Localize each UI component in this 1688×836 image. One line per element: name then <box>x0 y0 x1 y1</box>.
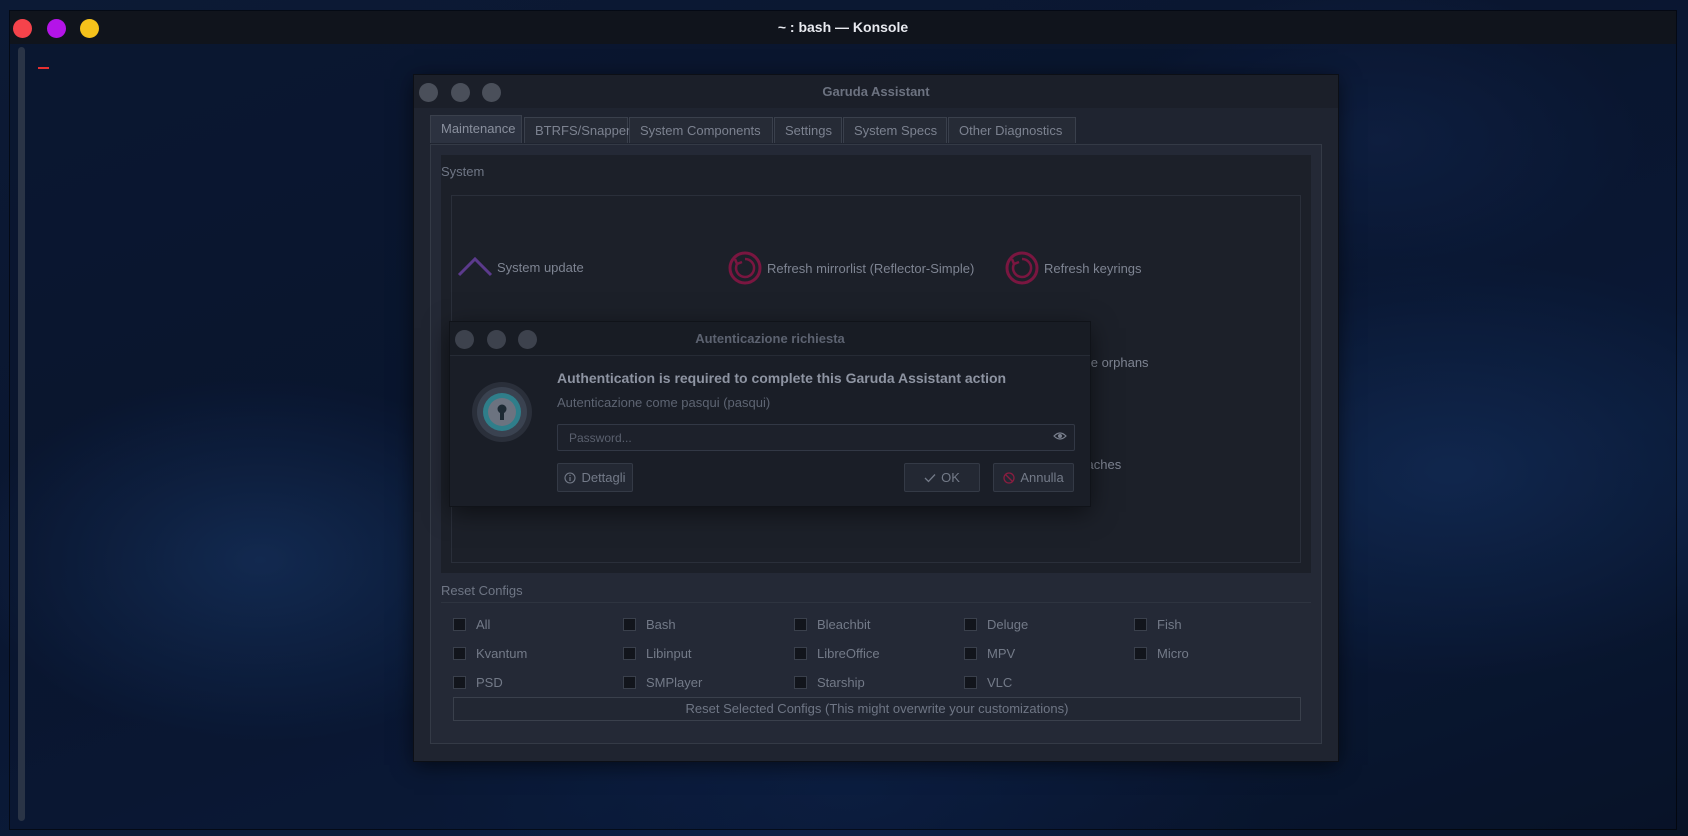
show-password-icon[interactable] <box>1053 430 1067 442</box>
cancel-button[interactable]: Annulla <box>993 463 1074 492</box>
checkbox-kvantum[interactable]: Kvantum <box>453 646 527 661</box>
terminal-cursor <box>38 67 49 69</box>
system-update-label: System update <box>497 259 584 275</box>
checkbox-label: Libinput <box>646 646 692 661</box>
terminal-scrollbar[interactable] <box>18 47 25 821</box>
refresh-keyrings-label: Refresh keyrings <box>1044 260 1142 276</box>
refresh-icon <box>728 251 762 285</box>
checkbox-deluge[interactable]: Deluge <box>964 617 1028 632</box>
checkbox-label: Deluge <box>987 617 1029 632</box>
auth-titlebar[interactable]: Autenticazione richiesta <box>450 322 1090 356</box>
tab-btrfs-snapper[interactable]: BTRFS/Snapper <box>524 117 630 143</box>
checkbox-libinput[interactable]: Libinput <box>623 646 692 661</box>
checkbox-label: Fish <box>1157 617 1182 632</box>
checkbox-label: All <box>476 617 491 632</box>
refresh-icon <box>1005 251 1039 285</box>
tab-settings[interactable]: Settings <box>774 117 842 143</box>
konsole-titlebar[interactable]: ~ : bash — Konsole <box>10 11 1676 44</box>
authentication-dialog: Autenticazione richiesta Authentication … <box>450 322 1090 506</box>
password-input[interactable] <box>557 424 1075 451</box>
window-title: ~ : bash — Konsole <box>777 19 909 35</box>
auth-title: Autenticazione richiesta <box>695 331 845 346</box>
checkbox-bash[interactable]: Bash <box>623 617 676 632</box>
garuda-titlebar[interactable]: Garuda Assistant <box>414 75 1338 108</box>
garuda-window-title: Garuda Assistant <box>822 84 930 99</box>
checkbox-vlc[interactable]: VLC <box>964 675 1012 690</box>
system-update-button[interactable]: System update <box>457 255 584 279</box>
system-group-title: System <box>441 164 485 179</box>
tab-system-specs[interactable]: System Specs <box>843 117 947 143</box>
auth-heading: Authentication is required to complete t… <box>557 370 1007 386</box>
checkbox-label: Bash <box>646 617 676 632</box>
refresh-mirrorlist-button[interactable]: Refresh mirrorlist (Reflector-Simple) <box>727 250 974 286</box>
ok-button[interactable]: OK <box>904 463 980 492</box>
checkbox-psd[interactable]: PSD <box>453 675 503 690</box>
cancel-label: Annulla <box>1020 470 1064 485</box>
chevron-up-icon <box>457 256 493 277</box>
reset-configs-divider <box>441 602 1311 603</box>
checkbox-label: Bleachbit <box>817 617 871 632</box>
checkbox-mpv[interactable]: MPV <box>964 646 1015 661</box>
refresh-mirrorlist-label: Refresh mirrorlist (Reflector-Simple) <box>767 260 975 276</box>
tab-maintenance[interactable]: Maintenance <box>430 115 522 143</box>
details-button[interactable]: Dettagli <box>557 463 633 492</box>
ok-label: OK <box>941 470 960 485</box>
checkbox-libreoffice[interactable]: LibreOffice <box>794 646 880 661</box>
checkmark-icon <box>924 473 936 482</box>
reset-configs-title: Reset Configs <box>441 583 523 598</box>
details-label: Dettagli <box>581 470 626 485</box>
cancel-icon <box>1003 471 1015 484</box>
checkbox-label: SMPlayer <box>646 675 703 690</box>
checkbox-micro[interactable]: Micro <box>1134 646 1189 661</box>
checkbox-label: Kvantum <box>476 646 528 661</box>
checkbox-smplayer[interactable]: SMPlayer <box>623 675 702 690</box>
checkbox-starship[interactable]: Starship <box>794 675 865 690</box>
tab-other-diagnostics[interactable]: Other Diagnostics <box>948 117 1076 143</box>
lock-icon <box>472 382 532 442</box>
auth-subtitle: Autenticazione come pasqui (pasqui) <box>557 395 771 410</box>
checkbox-label: Micro <box>1157 646 1189 661</box>
checkbox-label: VLC <box>987 675 1013 690</box>
refresh-keyrings-button[interactable]: Refresh keyrings <box>1004 250 1142 286</box>
checkbox-label: LibreOffice <box>817 646 880 661</box>
checkbox-bleachbit[interactable]: Bleachbit <box>794 617 870 632</box>
reset-selected-configs-button[interactable]: Reset Selected Configs (This might overw… <box>453 697 1301 721</box>
checkbox-all[interactable]: All <box>453 617 490 632</box>
info-icon <box>564 471 577 484</box>
tab-system-components[interactable]: System Components <box>629 117 773 143</box>
checkbox-label: PSD <box>476 675 503 690</box>
checkbox-label: MPV <box>987 646 1016 661</box>
checkbox-label: Starship <box>817 675 865 690</box>
checkbox-fish[interactable]: Fish <box>1134 617 1182 632</box>
